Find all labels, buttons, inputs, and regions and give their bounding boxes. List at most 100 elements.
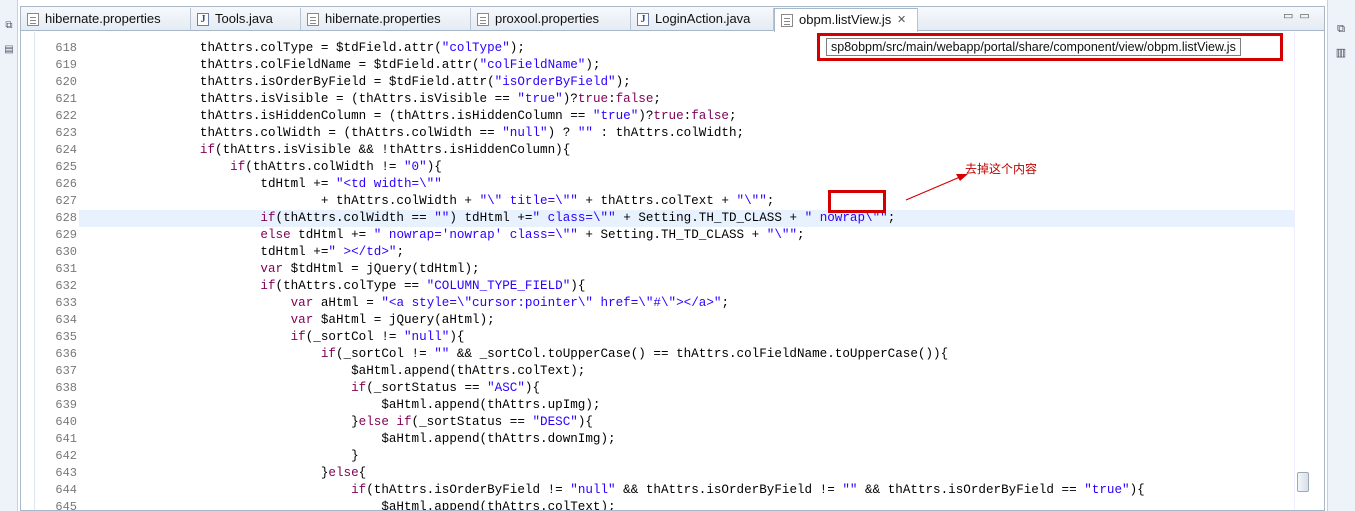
code-line[interactable]: + thAttrs.colWidth + "\" title=\"" + thA… xyxy=(79,193,1294,210)
code-text: ; xyxy=(797,228,805,242)
code-text: : xyxy=(608,92,616,106)
code-line[interactable]: $aHtml.append(thAttrs.colText); xyxy=(79,499,1294,510)
code-string: "null" xyxy=(502,126,548,140)
line-number: 642 xyxy=(55,449,77,463)
code-text: thAttrs.isVisible = (thAttrs.isVisible =… xyxy=(79,92,518,106)
code-keyword: if xyxy=(290,330,306,344)
line-number: 627 xyxy=(55,194,77,208)
code-line[interactable]: }else if(_sortStatus == "DESC"){ xyxy=(79,414,1294,431)
outline-view-icon[interactable]: ▥ xyxy=(1334,46,1348,60)
code-text: (thAttrs.colType == xyxy=(275,279,427,293)
close-icon[interactable]: ✕ xyxy=(897,9,906,31)
code-line[interactable]: if(_sortCol != "null"){ xyxy=(79,329,1294,346)
line-number: 638 xyxy=(55,381,77,395)
code-text: $aHtml.append(thAttrs.colText); xyxy=(79,364,586,378)
tab-5[interactable]: obpm.listView.js ✕ xyxy=(774,8,918,32)
code-line[interactable]: if(thAttrs.isOrderByField != "null" && t… xyxy=(79,482,1294,499)
code-text: ){ xyxy=(524,381,541,395)
code-text: thAttrs.colWidth = (thAttrs.colWidth == xyxy=(79,126,503,140)
outline-view-icon[interactable]: ▤ xyxy=(3,44,15,56)
code-line[interactable]: }else{ xyxy=(79,465,1294,482)
tab-4[interactable]: J LoginAction.java xyxy=(631,8,774,31)
code-keyword: if xyxy=(199,143,216,157)
code-line[interactable]: if(thAttrs.colWidth == "") tdHtml +=" cl… xyxy=(79,210,1294,227)
code-line[interactable]: thAttrs.isVisible = (thAttrs.isVisible =… xyxy=(79,91,1294,108)
code-line[interactable]: if(thAttrs.colWidth != "0"){ xyxy=(79,159,1294,176)
code-line[interactable]: $aHtml.append(thAttrs.upImg); xyxy=(79,397,1294,414)
code-line[interactable]: var aHtml = "<a style=\"cursor:pointer\"… xyxy=(79,295,1294,312)
code-line[interactable]: thAttrs.isHiddenColumn = (thAttrs.isHidd… xyxy=(79,108,1294,125)
line-number: 628 xyxy=(55,211,77,225)
code-line[interactable]: } xyxy=(79,448,1294,465)
tab-2[interactable]: hibernate.properties xyxy=(301,8,471,31)
code-text: $aHtml.append(thAttrs.colText); xyxy=(79,500,616,510)
line-number: 619 xyxy=(55,58,77,72)
scrollbar-thumb[interactable] xyxy=(1297,472,1309,492)
line-number: 622 xyxy=(55,109,77,123)
code-string: " nowrap='nowrap' class=\"" xyxy=(373,228,578,242)
code-line[interactable]: var $tdHtml = jQuery(tdHtml); xyxy=(79,261,1294,278)
code-keyword: if xyxy=(320,347,336,361)
code-line[interactable]: thAttrs.colWidth = (thAttrs.colWidth == … xyxy=(79,125,1294,142)
tab-label: LoginAction.java xyxy=(655,11,751,26)
code-text: )? xyxy=(638,109,654,123)
code-text: : thAttrs.colWidth; xyxy=(592,126,745,140)
code-string: " ></td>" xyxy=(328,245,397,259)
code-text: ){ xyxy=(449,330,465,344)
code-line[interactable]: if(_sortCol != "" && _sortCol.toUpperCas… xyxy=(79,346,1294,363)
line-number: 636 xyxy=(55,347,77,361)
code-text: ; xyxy=(729,109,737,123)
code-line[interactable]: if(_sortStatus == "ASC"){ xyxy=(79,380,1294,397)
code-string: "null" xyxy=(570,483,616,497)
line-number: 641 xyxy=(55,432,77,446)
code-text: + Setting.TH_TD_CLASS + xyxy=(615,211,805,225)
code-text-area[interactable]: thAttrs.colType = $tdField.attr("colType… xyxy=(79,32,1294,510)
annotation-ruler xyxy=(21,32,35,510)
code-string: "<a style=\"cursor:pointer\" href=\"#\">… xyxy=(381,296,722,310)
code-line[interactable]: $aHtml.append(thAttrs.colText); xyxy=(79,363,1294,380)
code-line[interactable]: $aHtml.append(thAttrs.downImg); xyxy=(79,431,1294,448)
code-line[interactable]: var $aHtml = jQuery(aHtml); xyxy=(79,312,1294,329)
code-line[interactable]: tdHtml +=" ></td>"; xyxy=(79,244,1294,261)
left-trim-strip: ⧉ ▤ xyxy=(0,0,18,511)
code-text: ) ? xyxy=(547,126,578,140)
code-line[interactable]: if(thAttrs.isVisible && !thAttrs.isHidde… xyxy=(79,142,1294,159)
java-file-icon: J xyxy=(637,13,649,26)
code-line[interactable]: if(thAttrs.colType == "COLUMN_TYPE_FIELD… xyxy=(79,278,1294,295)
tab-1[interactable]: J Tools.java xyxy=(191,8,301,31)
code-text: && thAttrs.isOrderByField != xyxy=(615,483,843,497)
code-keyword: if xyxy=(260,211,276,225)
code-string: "isOrderByField" xyxy=(494,75,616,89)
vertical-scrollbar[interactable] xyxy=(1294,32,1310,510)
line-number: 634 xyxy=(55,313,77,327)
code-text: (thAttrs.colWidth != xyxy=(245,160,404,174)
code-line[interactable]: tdHtml += "<td width=\"" xyxy=(79,176,1294,193)
restore-icon[interactable]: ⧉ xyxy=(1334,22,1348,36)
code-line[interactable]: else tdHtml += " nowrap='nowrap' class=\… xyxy=(79,227,1294,244)
code-text: } xyxy=(79,449,359,463)
code-text: tdHtml += xyxy=(79,245,329,259)
code-text: (thAttrs.colWidth == xyxy=(275,211,435,225)
code-text: ){ xyxy=(570,279,586,293)
path-highlight-box: sp8obpm/src/main/webapp/portal/share/com… xyxy=(817,33,1283,61)
minimize-maximize-icon[interactable]: ▭▭ xyxy=(1283,9,1316,22)
line-number: 623 xyxy=(55,126,77,140)
line-number: 639 xyxy=(55,398,77,412)
code-string: "\" title=\"" xyxy=(479,194,578,208)
tab-3[interactable]: proxool.properties xyxy=(471,8,631,31)
code-line[interactable]: thAttrs.isOrderByField = $tdField.attr("… xyxy=(79,74,1294,91)
code-string: "COLUMN_TYPE_FIELD" xyxy=(426,279,571,293)
tab-0[interactable]: hibernate.properties xyxy=(21,8,191,31)
code-editor: hibernate.properties J Tools.java hibernate… xyxy=(20,6,1325,511)
code-string: "true" xyxy=(517,92,563,106)
java-file-icon: J xyxy=(197,13,209,26)
code-string: "null" xyxy=(404,330,450,344)
restore-icon[interactable]: ⧉ xyxy=(3,20,15,32)
tab-label: obpm.listView.js xyxy=(799,12,892,27)
